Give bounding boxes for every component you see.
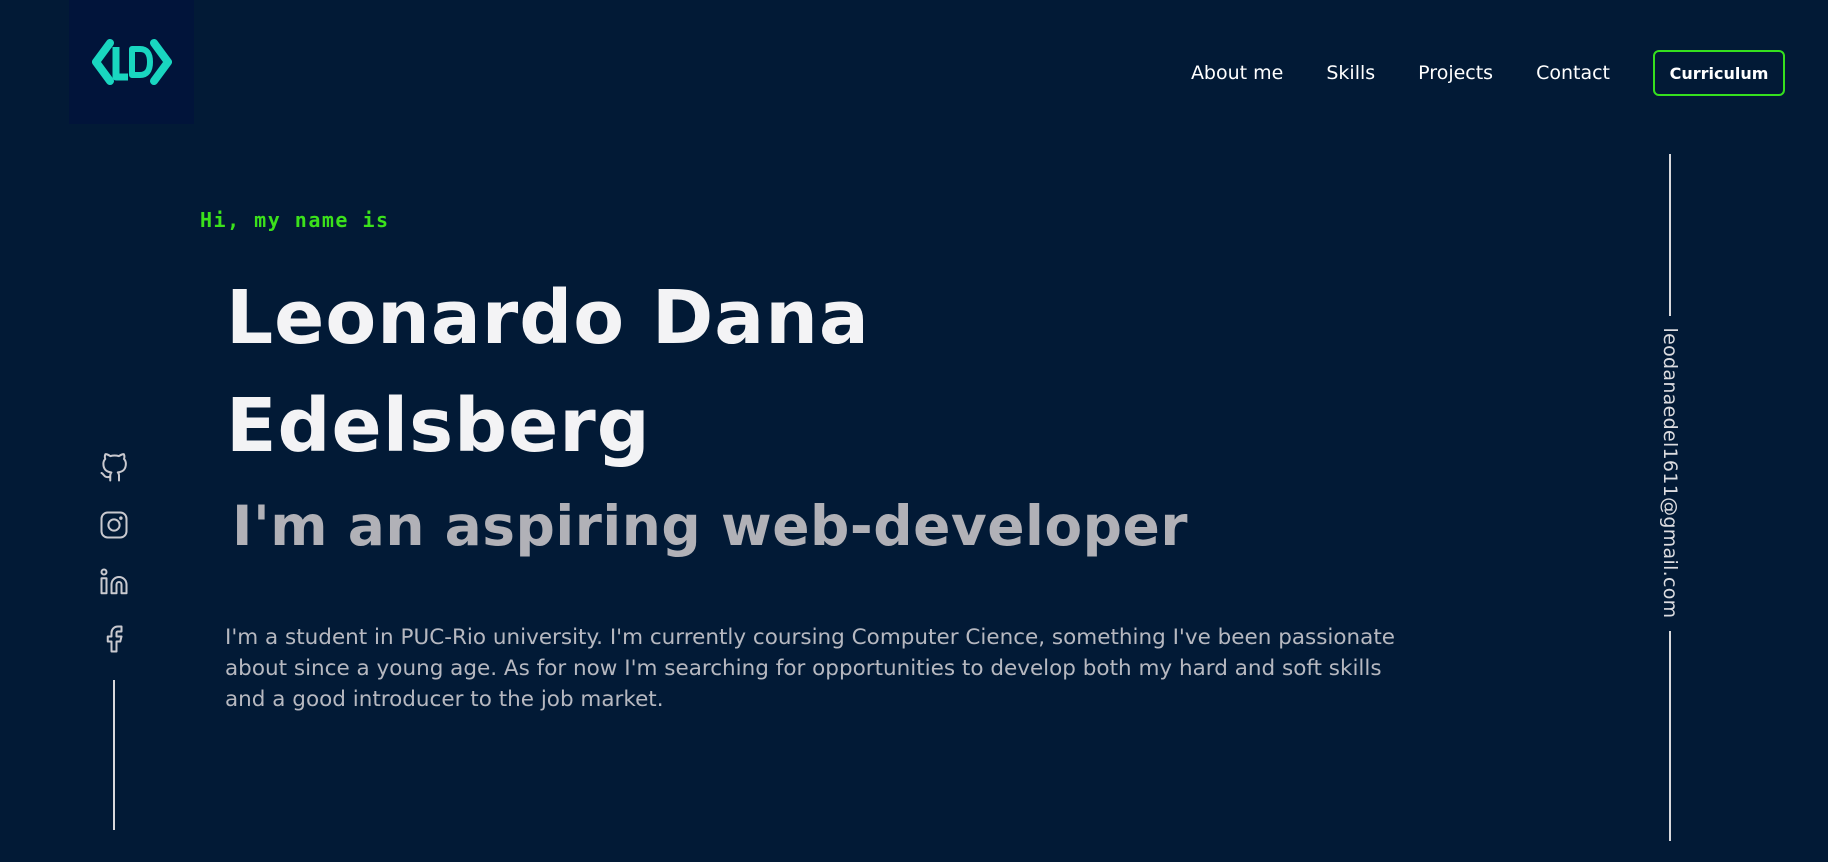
tagline: I'm an aspiring web-developer: [232, 494, 1188, 558]
greeting-text: Hi, my name is: [200, 208, 390, 232]
linkedin-icon[interactable]: [98, 566, 130, 598]
email-divider-top: [1669, 154, 1671, 316]
email-divider-bottom: [1669, 631, 1671, 841]
ld-code-logo-icon: [91, 39, 172, 85]
facebook-icon[interactable]: [98, 623, 130, 655]
name-line-2: Edelsberg: [226, 383, 651, 469]
nav-skills[interactable]: Skills: [1326, 62, 1375, 84]
social-links: [98, 452, 130, 655]
main-nav: About me Skills Projects Contact Curricu…: [1191, 48, 1785, 98]
curriculum-button[interactable]: Curriculum: [1653, 50, 1785, 96]
nav-projects[interactable]: Projects: [1418, 62, 1493, 84]
nav-about-me[interactable]: About me: [1191, 62, 1283, 84]
github-icon[interactable]: [98, 452, 130, 484]
nav-contact[interactable]: Contact: [1536, 62, 1610, 84]
page-title: Leonardo Dana Edelsberg: [226, 264, 870, 480]
social-divider-line: [113, 680, 115, 830]
logo[interactable]: [69, 0, 194, 124]
email-link[interactable]: leodanaedel1611@gmail.com: [1659, 328, 1681, 619]
name-line-1: Leonardo Dana: [226, 275, 870, 361]
bio-paragraph: I'm a student in PUC-Rio university. I'm…: [225, 625, 1396, 712]
instagram-icon[interactable]: [98, 509, 130, 541]
